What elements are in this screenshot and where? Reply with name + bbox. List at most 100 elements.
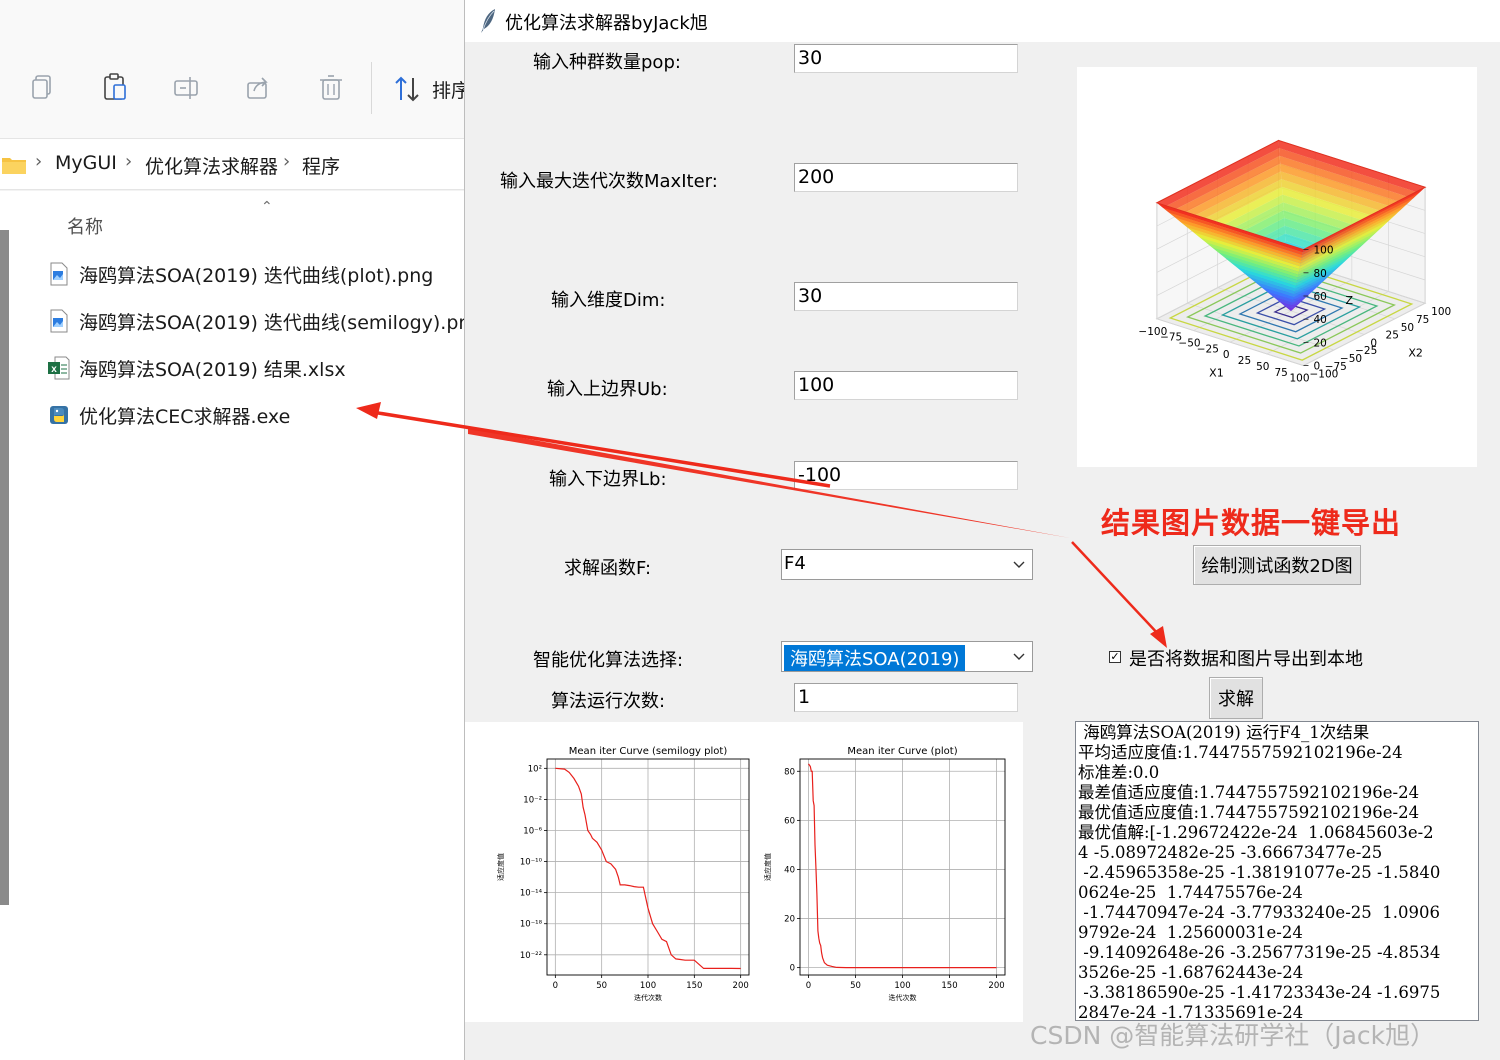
pop-label: 输入种群数量pop:: [533, 52, 681, 73]
file-row[interactable]: 优化算法CEC求解器.exe: [48, 399, 468, 431]
x-tick-label: 150: [686, 981, 702, 991]
x-tick-label: 200: [988, 981, 1004, 991]
result-line: -2.45965358e-25 -1.38191077e-25 -1.5840: [1078, 863, 1441, 882]
folder-icon: [2, 158, 26, 174]
z-tick-label: 100: [1313, 245, 1333, 257]
sort-icon[interactable]: [393, 74, 423, 104]
file-name[interactable]: 海鸥算法SOA(2019) 迭代曲线(plot).png: [79, 261, 433, 288]
maxiter-input[interactable]: 200: [794, 163, 1018, 192]
y-tick-label: 10⁻²: [523, 795, 542, 805]
ub-label: 输入上边界Ub:: [547, 379, 668, 400]
sort-caret-icon[interactable]: ⌃: [261, 199, 273, 215]
x1-tick-label: 50: [1256, 361, 1269, 373]
chart-title: Mean iter Curve (semilogy plot): [569, 746, 728, 757]
result-line: 平均适应度值:1.7447557592102196e-24: [1078, 743, 1403, 762]
x2-tick-label: 100: [1431, 306, 1451, 318]
y-tick-label: 10⁻¹⁴: [520, 889, 543, 899]
file-explorer-window: 排序 › MyGUI › 优化算法求解器 › 程序 ⌃ 名称 海鸥算法SOA(2…: [0, 0, 483, 1060]
dim-input[interactable]: 30: [794, 282, 1018, 311]
x-tick-label: 100: [640, 981, 656, 991]
x2-tick-label: 25: [1386, 330, 1399, 342]
breadcrumb-separator: ›: [35, 151, 43, 172]
pop-input[interactable]: 30: [794, 44, 1018, 73]
file-row[interactable]: 海鸥算法SOA(2019) 迭代曲线(semilogy).png: [48, 305, 483, 337]
x2-tick-label: −100: [1309, 369, 1338, 381]
chevron-down-icon[interactable]: [1012, 650, 1026, 664]
z-axis-label: Z: [1345, 294, 1353, 307]
x-tick-label: 200: [733, 981, 749, 991]
x1-tick-label: 0: [1223, 349, 1230, 361]
checkmark-icon: ✓: [1110, 650, 1120, 663]
result-line: 海鸥算法SOA(2019) 运行F4_1次结果: [1078, 723, 1370, 742]
test-function-3d-plot: 100 80 60 40 20 0 Z −100 −75 −50 −25 0 25 50 75 100 X1 10…: [1077, 67, 1477, 467]
plot-2d-button[interactable]: 绘制测试函数2D图: [1193, 545, 1361, 585]
z-tick-label: 40: [1313, 314, 1326, 326]
x1-tick-label: 75: [1274, 367, 1287, 379]
x-tick-label: 50: [596, 981, 607, 991]
result-line: -3.38186590e-25 -1.41723343e-24 -1.6975: [1078, 983, 1441, 1002]
y-tick-label: 0: [790, 964, 795, 974]
breadcrumb-item-solver[interactable]: 优化算法求解器: [145, 152, 278, 179]
file-name[interactable]: 海鸥算法SOA(2019) 迭代曲线(semilogy).png: [79, 308, 483, 335]
x-tick-label: 50: [850, 981, 861, 991]
x-tick-label: 0: [806, 981, 811, 991]
file-name[interactable]: 海鸥算法SOA(2019) 结果.xlsx: [79, 355, 346, 382]
chart-title: Mean iter Curve (plot): [847, 746, 957, 757]
algorithm-select[interactable]: 海鸥算法SOA(2019): [781, 641, 1033, 672]
x1-axis-label: X1: [1209, 367, 1224, 380]
z-tick-label: 20: [1313, 337, 1326, 349]
rename-icon[interactable]: [172, 72, 202, 104]
image-file-icon: [50, 262, 68, 286]
y-tick-label: 10²: [528, 764, 542, 774]
x-tick-label: 100: [894, 981, 910, 991]
z-tick-label: 60: [1313, 291, 1326, 303]
algorithm-select-value: 海鸥算法SOA(2019): [784, 645, 966, 671]
result-line: 3526e-25 -1.68762443e-24: [1078, 963, 1304, 982]
file-name[interactable]: 优化算法CEC求解器.exe: [79, 402, 290, 429]
y-tick-label: 80: [784, 767, 795, 777]
runs-input[interactable]: 1: [794, 683, 1018, 712]
solve-button[interactable]: 求解: [1209, 677, 1263, 719]
screen: 排序 › MyGUI › 优化算法求解器 › 程序 ⌃ 名称 海鸥算法SOA(2…: [0, 0, 1500, 1060]
x1-tick-label: 25: [1238, 355, 1251, 367]
result-line: 9792e-24 1.25600031e-24: [1078, 923, 1303, 942]
convergence-plots: Mean iter Curve (semilogy plot) 0 50 100 150…: [465, 722, 1023, 1022]
watermark: CSDN @智能算法研学社（Jack旭）: [1030, 1021, 1436, 1050]
export-checkbox-label[interactable]: 是否将数据和图片导出到本地: [1129, 645, 1363, 671]
result-line: 最差值适应度值:1.7447557592102196e-24: [1078, 783, 1420, 802]
ub-input[interactable]: 100: [794, 371, 1018, 400]
paste-icon[interactable]: [100, 72, 130, 104]
chart-0: Mean iter Curve (semilogy plot) 0 50 100 150…: [496, 746, 750, 1002]
result-textbox[interactable]: 海鸥算法SOA(2019) 运行F4_1次结果 平均适应度值:1.74475575…: [1075, 721, 1479, 1021]
delete-icon[interactable]: [316, 72, 346, 104]
copy-icon[interactable]: [28, 72, 58, 104]
function-select-value: F4: [784, 553, 806, 574]
x1-tick-label: 100: [1289, 373, 1309, 385]
file-row[interactable]: 海鸥算法SOA(2019) 迭代曲线(plot).png: [48, 258, 468, 290]
result-line: 最优值适应度值:1.7447557592102196e-24: [1078, 803, 1420, 822]
y-tick-label: 10⁻¹⁸: [520, 920, 543, 930]
x2-tick-label: 50: [1401, 322, 1414, 334]
file-list: ⌃ 名称 海鸥算法SOA(2019) 迭代曲线(plot).png 海鸥算法SO…: [0, 191, 483, 1060]
y-tick-label: 20: [784, 915, 795, 925]
function-select[interactable]: F4: [781, 549, 1033, 580]
export-checkbox[interactable]: ✓: [1109, 651, 1121, 663]
breadcrumb-item-mygui[interactable]: MyGUI: [55, 152, 117, 174]
chevron-down-icon[interactable]: [1012, 558, 1026, 572]
result-line: 最优值解:[-1.29672422e-24 1.06845603e-2: [1078, 823, 1434, 842]
column-header-name[interactable]: 名称: [67, 213, 103, 239]
image-file-icon: [50, 309, 68, 333]
lb-input[interactable]: -100: [794, 461, 1018, 490]
scrollbar[interactable]: [0, 230, 9, 905]
window-titlebar[interactable]: 优化算法求解器byJack旭: [465, 0, 1500, 42]
breadcrumb-item-program[interactable]: 程序: [302, 152, 340, 179]
maxiter-label: 输入最大迭代次数MaxIter:: [500, 171, 718, 192]
file-row[interactable]: x 海鸥算法SOA(2019) 结果.xlsx: [48, 352, 468, 384]
x2-axis-label: X2: [1408, 346, 1423, 359]
x1-tick-label: −25: [1197, 343, 1219, 355]
lb-label: 输入下边界Lb:: [549, 469, 667, 490]
z-tick-label: 80: [1313, 268, 1326, 280]
export-annotation-caption: 结果图片数据一键导出: [1101, 506, 1402, 540]
share-icon[interactable]: [244, 72, 274, 104]
y-tick-label: 10⁻⁶: [523, 826, 542, 836]
